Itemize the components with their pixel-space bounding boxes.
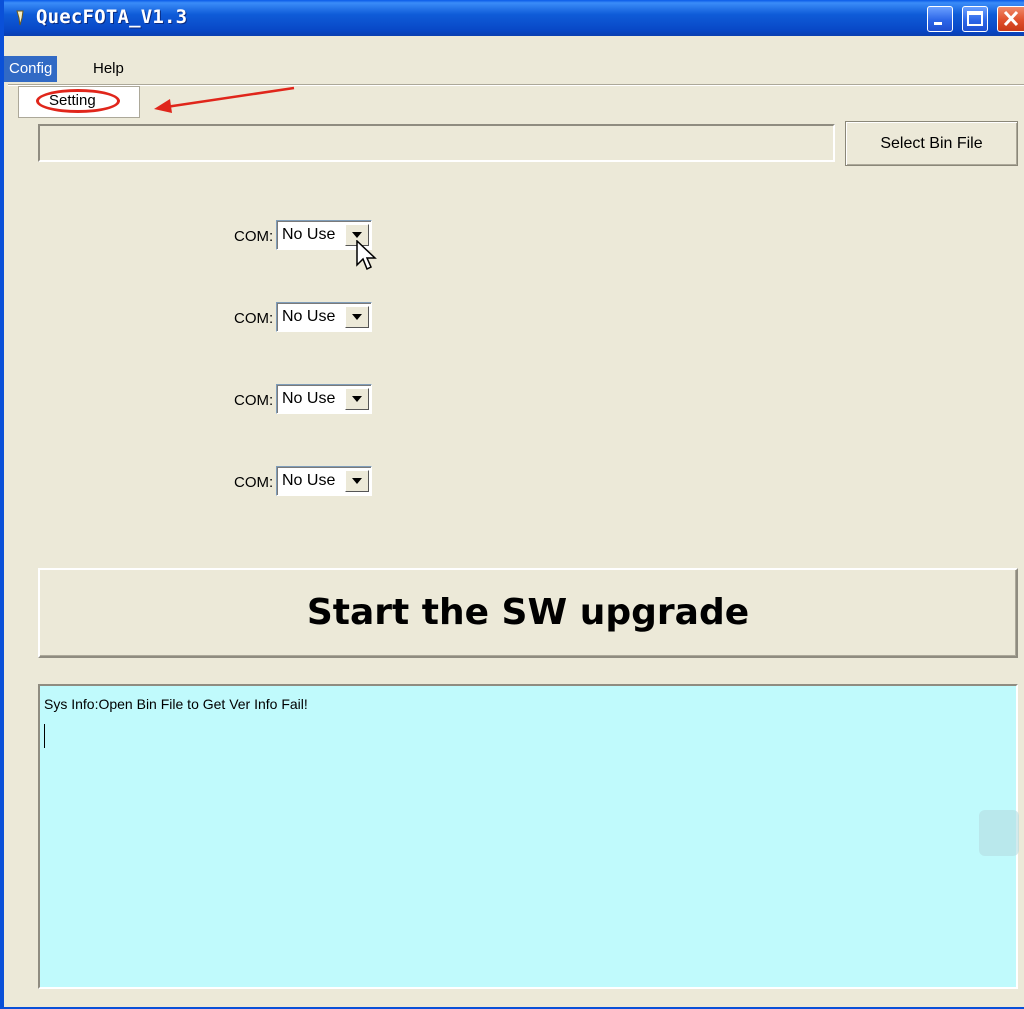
com-port-select[interactable]: No Use (276, 302, 372, 332)
maximize-icon[interactable] (962, 6, 988, 32)
bin-file-path-field[interactable] (38, 124, 835, 162)
menu-bar: Config Help (4, 54, 1024, 82)
annotation-ellipse (36, 89, 120, 113)
dropdown-arrow-icon[interactable] (345, 388, 369, 410)
app-icon (16, 10, 24, 26)
com-label: COM: (234, 474, 274, 491)
menu-help[interactable]: Help (88, 56, 129, 82)
text-caret (44, 724, 45, 748)
select-bin-file-button[interactable]: Select Bin File (845, 121, 1018, 166)
com-port-select[interactable]: No Use (276, 466, 372, 496)
app-window: QuecFOTA_V1.3 Config Help Setting Select… (0, 0, 1024, 1009)
config-dropdown-menu: Setting (18, 86, 140, 118)
title-bar[interactable]: QuecFOTA_V1.3 (4, 0, 1024, 36)
start-upgrade-button[interactable]: Start the SW upgrade (38, 568, 1018, 658)
window-title: QuecFOTA_V1.3 (36, 6, 188, 28)
sys-info-log[interactable]: Sys Info:Open Bin File to Get Ver Info F… (38, 684, 1018, 989)
com-port-value: No Use (282, 390, 336, 407)
dropdown-arrow-icon[interactable] (345, 306, 369, 328)
mouse-cursor-icon (356, 240, 377, 271)
com-port-select[interactable]: No Use (276, 384, 372, 414)
annotation-arrow (154, 86, 295, 113)
log-message: Sys Info:Open Bin File to Get Ver Info F… (44, 696, 308, 712)
com-label: COM: (234, 310, 274, 327)
watermark-icon (979, 810, 1019, 856)
com-port-value: No Use (282, 226, 336, 243)
com-label: COM: (234, 392, 274, 409)
menu-config[interactable]: Config (4, 56, 58, 82)
dropdown-arrow-icon[interactable] (345, 470, 369, 492)
close-icon[interactable] (997, 6, 1024, 32)
com-port-value: No Use (282, 472, 336, 489)
minimize-icon[interactable] (927, 6, 953, 32)
com-port-value: No Use (282, 308, 336, 325)
com-label: COM: (234, 228, 274, 245)
